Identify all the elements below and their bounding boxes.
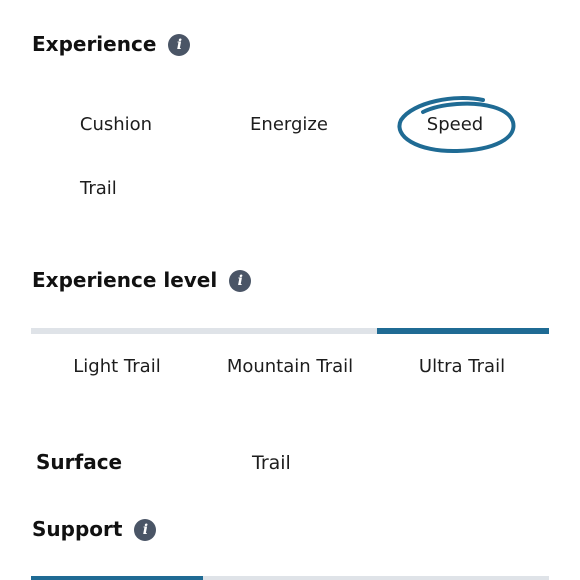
support-title: Support xyxy=(32,517,123,541)
surface-value: Trail xyxy=(252,452,291,474)
experience-option-speed[interactable]: Speed xyxy=(427,114,483,135)
level-option-mountain-trail[interactable]: Mountain Trail xyxy=(227,356,353,377)
level-option-ultra-trail[interactable]: Ultra Trail xyxy=(419,356,505,377)
support-track[interactable] xyxy=(31,576,549,580)
experience-heading: Experience i xyxy=(32,32,191,56)
experience-level-heading: Experience level i xyxy=(32,268,252,292)
info-icon[interactable]: i xyxy=(168,34,191,56)
info-icon[interactable]: i xyxy=(229,270,252,292)
experience-level-track[interactable] xyxy=(31,328,549,334)
support-heading: Support i xyxy=(32,517,157,541)
track-fill xyxy=(31,576,204,580)
experience-option-trail[interactable]: Trail xyxy=(80,178,117,199)
track-fill xyxy=(376,328,549,334)
experience-option-energize[interactable]: Energize xyxy=(250,114,328,135)
experience-title: Experience xyxy=(32,32,157,56)
experience-level-title: Experience level xyxy=(32,268,218,292)
level-option-light-trail[interactable]: Light Trail xyxy=(73,356,160,377)
experience-option-cushion[interactable]: Cushion xyxy=(80,114,152,135)
surface-label: Surface xyxy=(36,450,123,474)
info-icon[interactable]: i xyxy=(134,519,157,541)
